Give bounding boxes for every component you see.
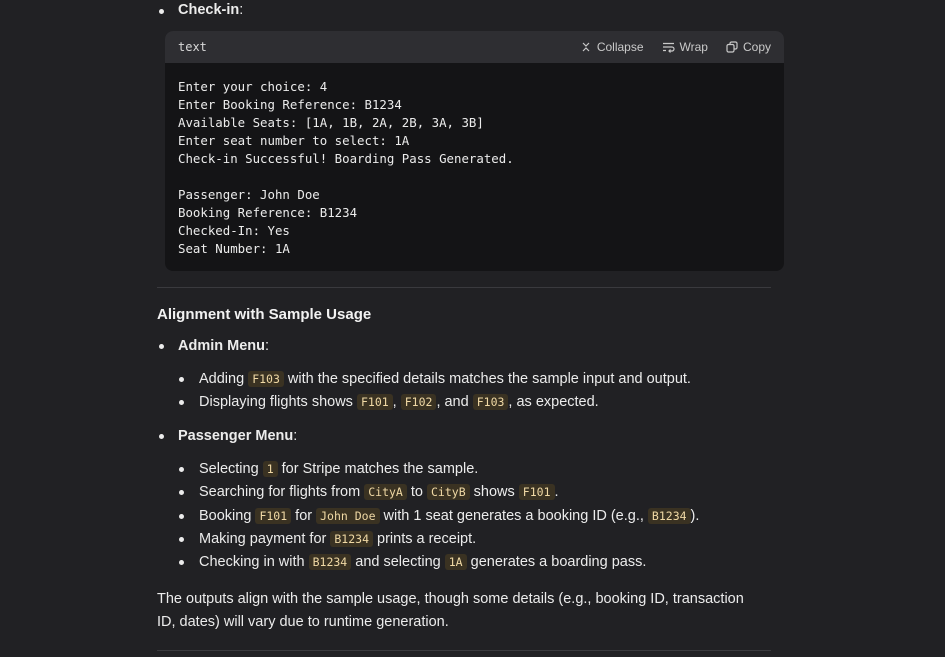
bullet-dot xyxy=(179,514,184,519)
inline-code: John Doe xyxy=(316,508,380,524)
list-item: Searching for flights from CityA to City… xyxy=(199,483,559,501)
list-item: Adding F103 with the specified details m… xyxy=(199,370,691,388)
code-actions: Collapse Wrap Copy xyxy=(580,40,771,54)
code-block: text Collapse Wrap Copy Enter your choic… xyxy=(165,31,784,271)
code-line: Available Seats: [1A, 1B, 2A, 2B, 3A, 3B… xyxy=(178,115,484,130)
copy-button[interactable]: Copy xyxy=(726,40,771,54)
inline-code: F101 xyxy=(356,394,393,410)
text: Checking in with xyxy=(199,554,309,570)
bullet-dot xyxy=(159,9,164,14)
text: to xyxy=(406,484,427,500)
text: and selecting xyxy=(351,554,445,570)
colon: : xyxy=(293,428,298,444)
text: , and xyxy=(436,394,473,410)
inline-code: F102 xyxy=(400,394,437,410)
code-line: Seat Number: 1A xyxy=(178,241,290,256)
checkin-label: Check-in xyxy=(178,2,240,18)
passenger-menu-label: Passenger Menu xyxy=(178,428,294,444)
text: Adding xyxy=(199,371,249,387)
bullet-dot xyxy=(179,400,184,405)
inline-code: CityA xyxy=(364,484,407,500)
wrap-icon xyxy=(662,42,675,53)
checkin-bullet: Check-in: xyxy=(178,1,243,19)
code-line: Enter seat number to select: 1A xyxy=(178,133,410,148)
code-line: Checked-In: Yes xyxy=(178,223,290,238)
bullet-dot xyxy=(179,377,184,382)
inline-code: B1234 xyxy=(647,508,691,524)
closing-paragraph: The outputs align with the sample usage,… xyxy=(157,591,744,630)
text: . xyxy=(554,484,559,500)
text: , as expected. xyxy=(508,394,599,410)
text: for xyxy=(291,508,317,524)
copy-icon xyxy=(726,41,738,53)
bullet-dot xyxy=(159,434,164,439)
admin-menu-bullet: Admin Menu: xyxy=(178,337,269,355)
text: generates a boarding pass. xyxy=(466,554,647,570)
code-content: Enter your choice: 4 Enter Booking Refere… xyxy=(165,63,784,271)
text: , xyxy=(392,394,401,410)
code-language: text xyxy=(178,40,207,54)
inline-code: F103 xyxy=(248,371,284,387)
bullet-dot xyxy=(179,537,184,542)
text: ). xyxy=(690,508,700,524)
code-line: Booking Reference: B1234 xyxy=(178,205,358,220)
inline-code: B1234 xyxy=(330,531,373,547)
wrap-label: Wrap xyxy=(679,40,708,54)
list-item: Displaying flights shows F101, F102, and… xyxy=(199,393,599,411)
divider xyxy=(157,650,771,651)
inline-code: 1 xyxy=(262,461,278,477)
code-line: Enter Booking Reference: B1234 xyxy=(178,97,402,112)
text: with 1 seat generates a booking ID (e.g.… xyxy=(379,508,648,524)
colon: : xyxy=(265,338,270,354)
copy-label: Copy xyxy=(742,40,771,54)
collapse-button[interactable]: Collapse xyxy=(580,40,644,54)
code-header: text Collapse Wrap Copy xyxy=(165,31,784,63)
inline-code: B1234 xyxy=(308,554,352,570)
inline-code: 1A xyxy=(444,554,467,570)
list-item: Selecting 1 for Stripe matches the sampl… xyxy=(199,460,478,478)
bullet-dot xyxy=(179,490,184,495)
passenger-menu-bullet: Passenger Menu: xyxy=(178,427,297,445)
bullet-dot xyxy=(159,344,164,349)
text: Selecting xyxy=(199,461,263,477)
text: Searching for flights from xyxy=(199,484,365,500)
text: Booking xyxy=(199,508,256,524)
section-heading: Alignment with Sample Usage xyxy=(157,306,372,323)
inline-code: F103 xyxy=(472,394,509,410)
inline-code: F101 xyxy=(518,484,555,500)
collapse-icon xyxy=(582,42,590,52)
code-line: Passenger: John Doe xyxy=(178,187,320,202)
checkin-colon: : xyxy=(239,2,244,18)
list-item: Checking in with B1234 and selecting 1A … xyxy=(199,553,646,571)
inline-code: F101 xyxy=(255,508,292,524)
bullet-dot xyxy=(179,560,184,565)
text: Displaying flights shows xyxy=(199,394,357,410)
code-line: Enter your choice: 4 xyxy=(178,79,328,94)
list-item: Booking F101 for John Doe with 1 seat ge… xyxy=(199,507,699,525)
admin-menu-label: Admin Menu xyxy=(178,338,265,354)
inline-code: CityB xyxy=(427,484,470,500)
text: for Stripe matches the sample. xyxy=(277,461,479,477)
bullet-dot xyxy=(179,467,184,472)
list-item: Making payment for B1234 prints a receip… xyxy=(199,530,476,548)
code-line: Check-in Successful! Boarding Pass Gener… xyxy=(178,151,514,166)
collapse-label: Collapse xyxy=(596,40,644,54)
wrap-button[interactable]: Wrap xyxy=(662,40,708,54)
divider xyxy=(157,287,771,288)
text: with the specified details matches the s… xyxy=(283,371,691,387)
chat-page: Check-in: text Collapse Wrap Copy Enter … xyxy=(0,0,945,657)
text: Making payment for xyxy=(199,531,331,547)
text: prints a receipt. xyxy=(373,531,477,547)
text: shows xyxy=(469,484,519,500)
